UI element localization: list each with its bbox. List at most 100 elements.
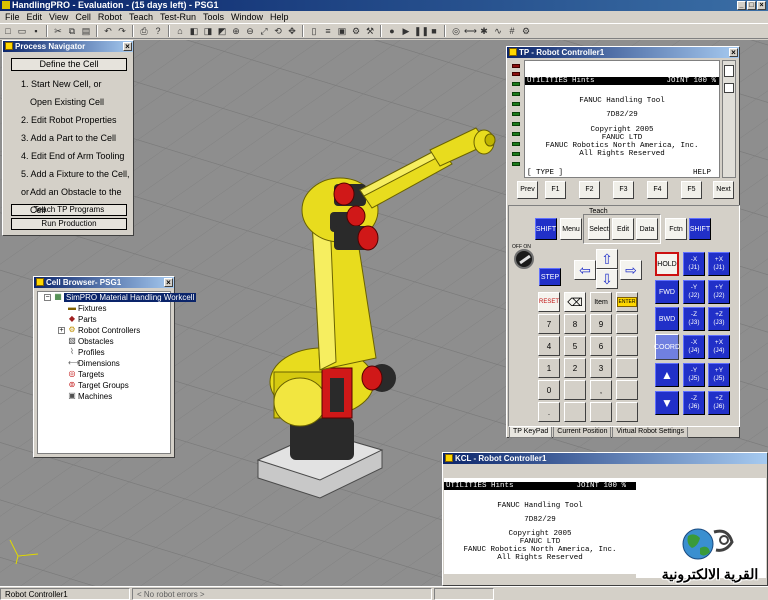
jog-minus-x-j1-key[interactable]: -X (J1)	[683, 252, 705, 276]
num-2-key[interactable]: 2	[564, 358, 586, 378]
menu-tools[interactable]: Tools	[200, 12, 228, 22]
view-iso-icon[interactable]: ◩	[216, 25, 228, 37]
tab-tp-keypad[interactable]: TP KeyPad	[509, 427, 553, 438]
paste-icon[interactable]: ▤	[80, 25, 92, 37]
num-0-key[interactable]: 0	[538, 380, 560, 400]
menu-help[interactable]: Help	[267, 12, 293, 22]
expand-icon[interactable]: +	[58, 327, 65, 334]
menu-teach[interactable]: Teach	[126, 12, 157, 22]
new-file-icon[interactable]: □	[2, 25, 14, 37]
jog-minus-y-j5-key[interactable]: -Y (J5)	[683, 363, 705, 387]
program-icon[interactable]: ≡	[322, 25, 334, 37]
num-9-key[interactable]: 9	[590, 314, 612, 334]
backspace-icon[interactable]: ⌫	[564, 292, 586, 312]
jog-plus-y-j5-key[interactable]: +Y (J5)	[708, 363, 730, 387]
menu-view[interactable]: View	[46, 12, 72, 22]
record-icon[interactable]: ●	[386, 25, 398, 37]
tool-icon[interactable]: ⚒	[364, 25, 376, 37]
jog-plus-x-j4-key[interactable]: +X (J4)	[708, 335, 730, 359]
tp-scrollbar[interactable]	[722, 60, 736, 178]
num-6-key[interactable]: 6	[590, 336, 612, 356]
prev-key[interactable]: Prev	[517, 181, 538, 199]
tab-current-position[interactable]: Current Position	[553, 427, 612, 438]
hold-key[interactable]: HOLD	[655, 252, 679, 276]
num-8-key[interactable]: 8	[564, 314, 586, 334]
view-front-icon[interactable]: ⌂	[174, 25, 186, 37]
reset-key[interactable]: RESET	[538, 292, 560, 312]
step-add-fixture[interactable]: 5. Add a Fixture to the Cell, or	[3, 165, 133, 197]
tree-item-target-groups[interactable]: ⊚ Target Groups	[38, 380, 170, 391]
stop-icon[interactable]: ■	[428, 25, 440, 37]
step-add-part[interactable]: 3. Add a Part to the Cell	[3, 129, 133, 147]
menu-test-run[interactable]: Test-Run	[157, 12, 200, 22]
fwd-key[interactable]: FWD	[655, 280, 679, 304]
kcl-display[interactable]: UTILITIES Hints JOINT 100 % FANUC Handli…	[444, 478, 636, 574]
scroll-page-icon[interactable]	[724, 83, 734, 93]
tree-item-parts[interactable]: ◆ Parts	[38, 314, 170, 325]
close-button[interactable]: ×	[757, 1, 766, 10]
jog-minus-y-j2-key[interactable]: -Y (J2)	[683, 280, 705, 304]
settings-icon[interactable]: ⚙	[520, 25, 532, 37]
jog-minus-x-j4-key[interactable]: -X (J4)	[683, 335, 705, 359]
view-top-icon[interactable]: ◨	[202, 25, 214, 37]
zoom-in-icon[interactable]: ⊕	[230, 25, 242, 37]
speed-down-icon[interactable]: ▼	[655, 391, 679, 415]
menu-robot[interactable]: Robot	[95, 12, 126, 22]
num-4-key[interactable]: 4	[538, 336, 560, 356]
enter-key[interactable]: ENTER	[616, 292, 638, 312]
bwd-key[interactable]: BWD	[655, 307, 679, 331]
up-arrow-icon[interactable]: ⇧	[596, 249, 618, 269]
help-icon[interactable]: ?	[152, 25, 164, 37]
close-icon[interactable]: ×	[164, 278, 173, 287]
blank-key[interactable]	[616, 402, 638, 422]
f4-key[interactable]: F4	[647, 181, 668, 199]
comma-key[interactable]: ,	[590, 380, 612, 400]
num-1-key[interactable]: 1	[538, 358, 560, 378]
jog-plus-z-j3-key[interactable]: +Z (J3)	[708, 307, 730, 331]
blank-key[interactable]	[616, 314, 638, 334]
view-side-icon[interactable]: ◧	[188, 25, 200, 37]
blank-key[interactable]	[616, 336, 638, 356]
edit-key[interactable]: Edit	[612, 218, 634, 240]
f1-key[interactable]: F1	[545, 181, 566, 199]
tree-item-profiles[interactable]: ⌇ Profiles	[38, 347, 170, 358]
speed-up-icon[interactable]: ▲	[655, 363, 679, 387]
jog-minus-z-j3-key[interactable]: -Z (J3)	[683, 307, 705, 331]
jog-plus-x-j1-key[interactable]: +X (J1)	[708, 252, 730, 276]
open-folder-icon[interactable]: ▭	[16, 25, 28, 37]
next-key[interactable]: Next	[713, 181, 734, 199]
data-key[interactable]: Data	[636, 218, 658, 240]
shift-left-key[interactable]: SHIFT	[535, 218, 557, 240]
grid-icon[interactable]: #	[506, 25, 518, 37]
play-icon[interactable]: ▶	[400, 25, 412, 37]
fctn-key[interactable]: Fctn	[665, 218, 687, 240]
tree-root-workcell[interactable]: − ▦ SimPRO Material Handling Workcell	[38, 292, 197, 303]
step-start-new-cell[interactable]: 1. Start New Cell, or	[3, 75, 133, 93]
menu-file[interactable]: File	[2, 12, 24, 22]
zoom-fit-icon[interactable]: ⤢	[258, 25, 270, 37]
menu-key[interactable]: Menu	[560, 218, 582, 240]
step-edit-robot-properties[interactable]: 2. Edit Robot Properties	[3, 111, 133, 129]
pause-icon[interactable]: ❚❚	[414, 25, 429, 37]
left-arrow-icon[interactable]: ⇦	[574, 260, 596, 280]
blank-key[interactable]	[564, 402, 586, 422]
minimize-button[interactable]: _	[737, 1, 746, 10]
f3-key[interactable]: F3	[613, 181, 634, 199]
down-arrow-icon[interactable]: ⇩	[596, 269, 618, 289]
robot-icon[interactable]: ⚙	[350, 25, 362, 37]
close-icon[interactable]: ×	[123, 42, 132, 51]
teach-pendant-icon[interactable]: ▯	[308, 25, 320, 37]
path-icon[interactable]: ∿	[492, 25, 504, 37]
num-7-key[interactable]: 7	[538, 314, 560, 334]
coord-key[interactable]: COORD	[654, 334, 680, 360]
num-5-key[interactable]: 5	[564, 336, 586, 356]
period-key[interactable]: .	[538, 402, 560, 422]
scroll-thumb-icon[interactable]	[724, 65, 734, 77]
menu-window[interactable]: Window	[228, 12, 267, 22]
controller-icon[interactable]: ▣	[336, 25, 348, 37]
f2-key[interactable]: F2	[579, 181, 600, 199]
define-cell-button[interactable]: Define the Cell	[11, 58, 127, 71]
menu-edit[interactable]: Edit	[24, 12, 47, 22]
maximize-button[interactable]: □	[747, 1, 756, 10]
num-3-key[interactable]: 3	[590, 358, 612, 378]
